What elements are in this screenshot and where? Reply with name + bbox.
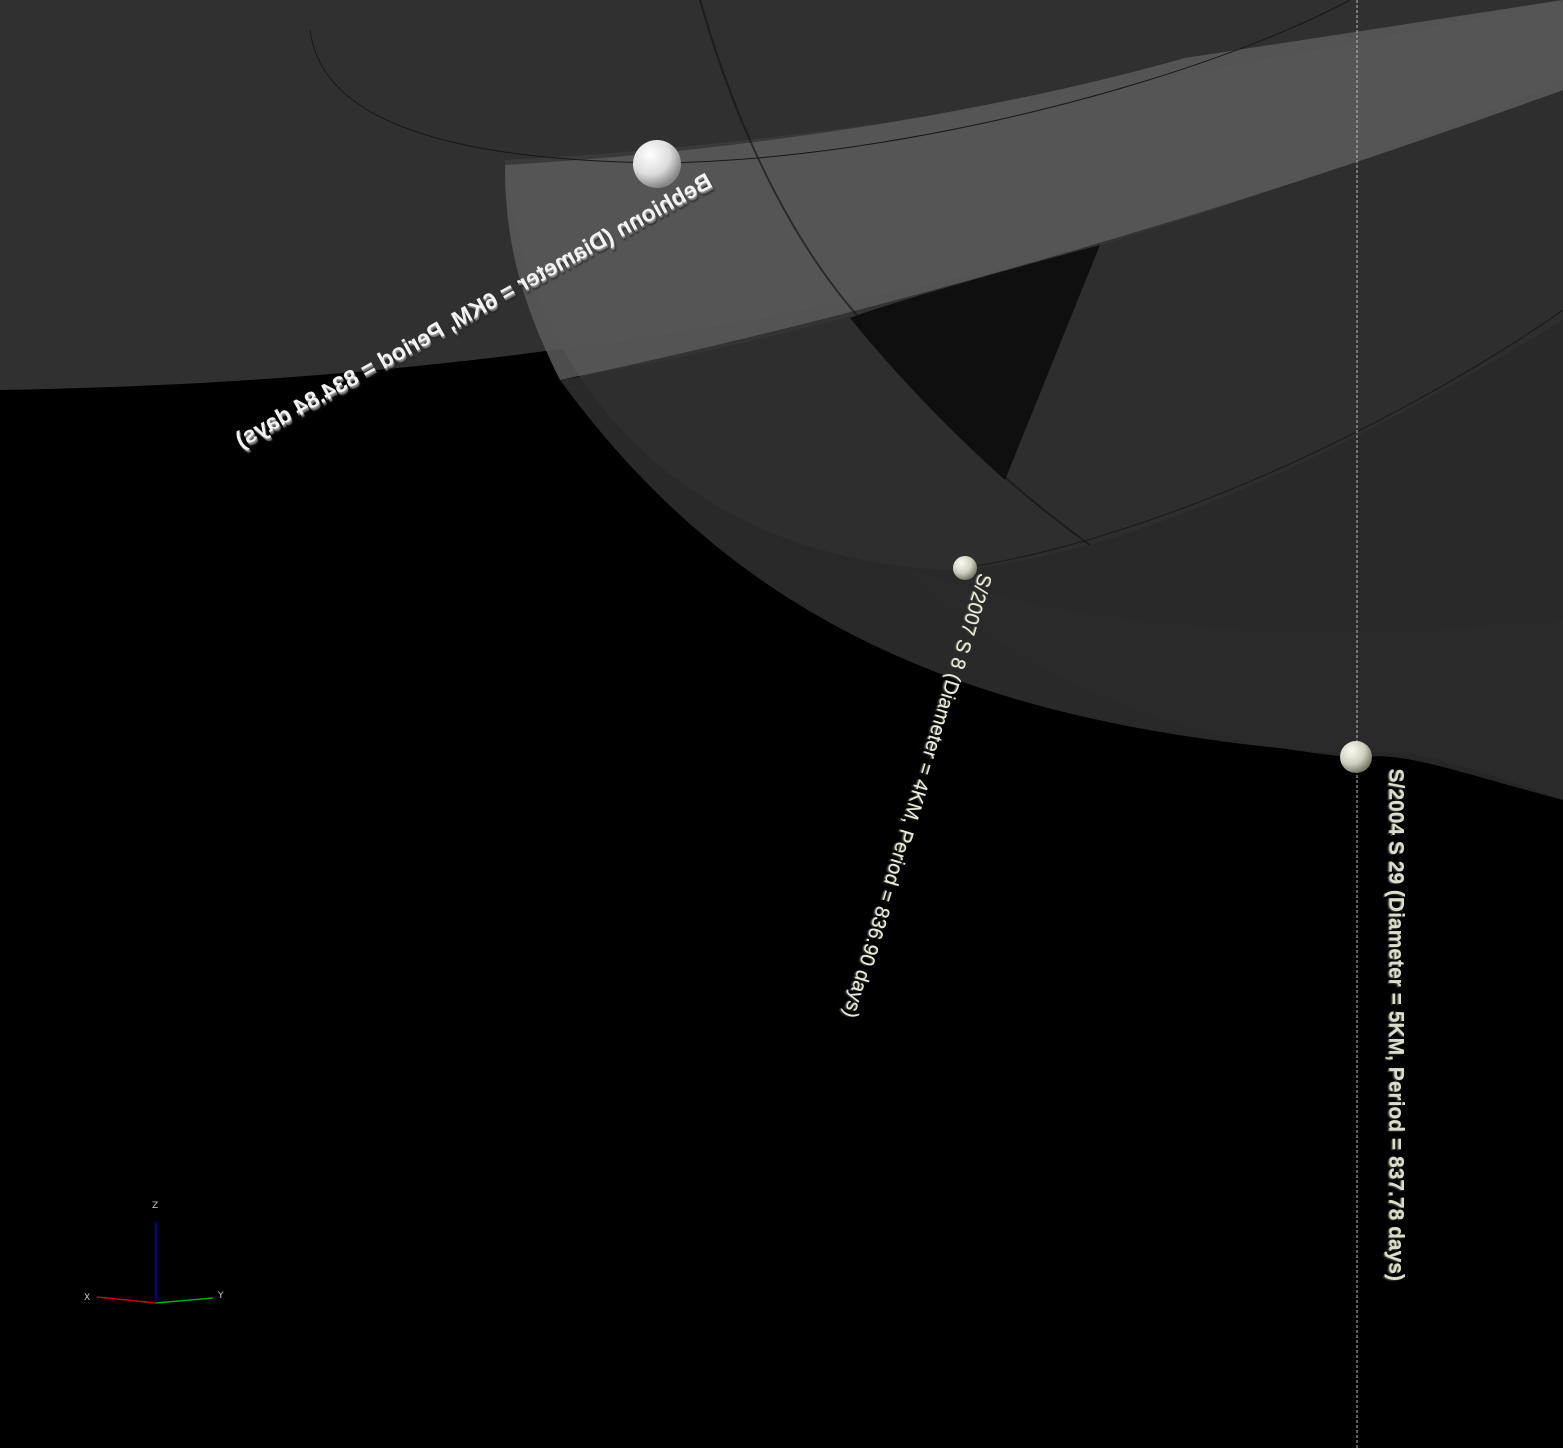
axis-y-label: Y: [218, 1291, 224, 1301]
3d-viewport[interactable]: Bebhionn (Diameter = 6KM, Period = 834.8…: [0, 0, 1563, 1448]
moon-bebhionn-sphere[interactable]: [633, 140, 681, 188]
axis-x-line: [96, 1296, 157, 1304]
axis-z-label: Z: [152, 1201, 159, 1211]
moon-label-s2004-s29: S/2004 S 29 (Diameter = 5KM, Period = 83…: [1384, 768, 1408, 1281]
axis-triad: [96, 1222, 214, 1304]
moon-s2004-s29-sphere[interactable]: [1340, 741, 1372, 773]
orbit-scene[interactable]: [0, 0, 1563, 1448]
axis-y-line: [155, 1297, 214, 1304]
axis-x-label: X: [84, 1293, 91, 1303]
